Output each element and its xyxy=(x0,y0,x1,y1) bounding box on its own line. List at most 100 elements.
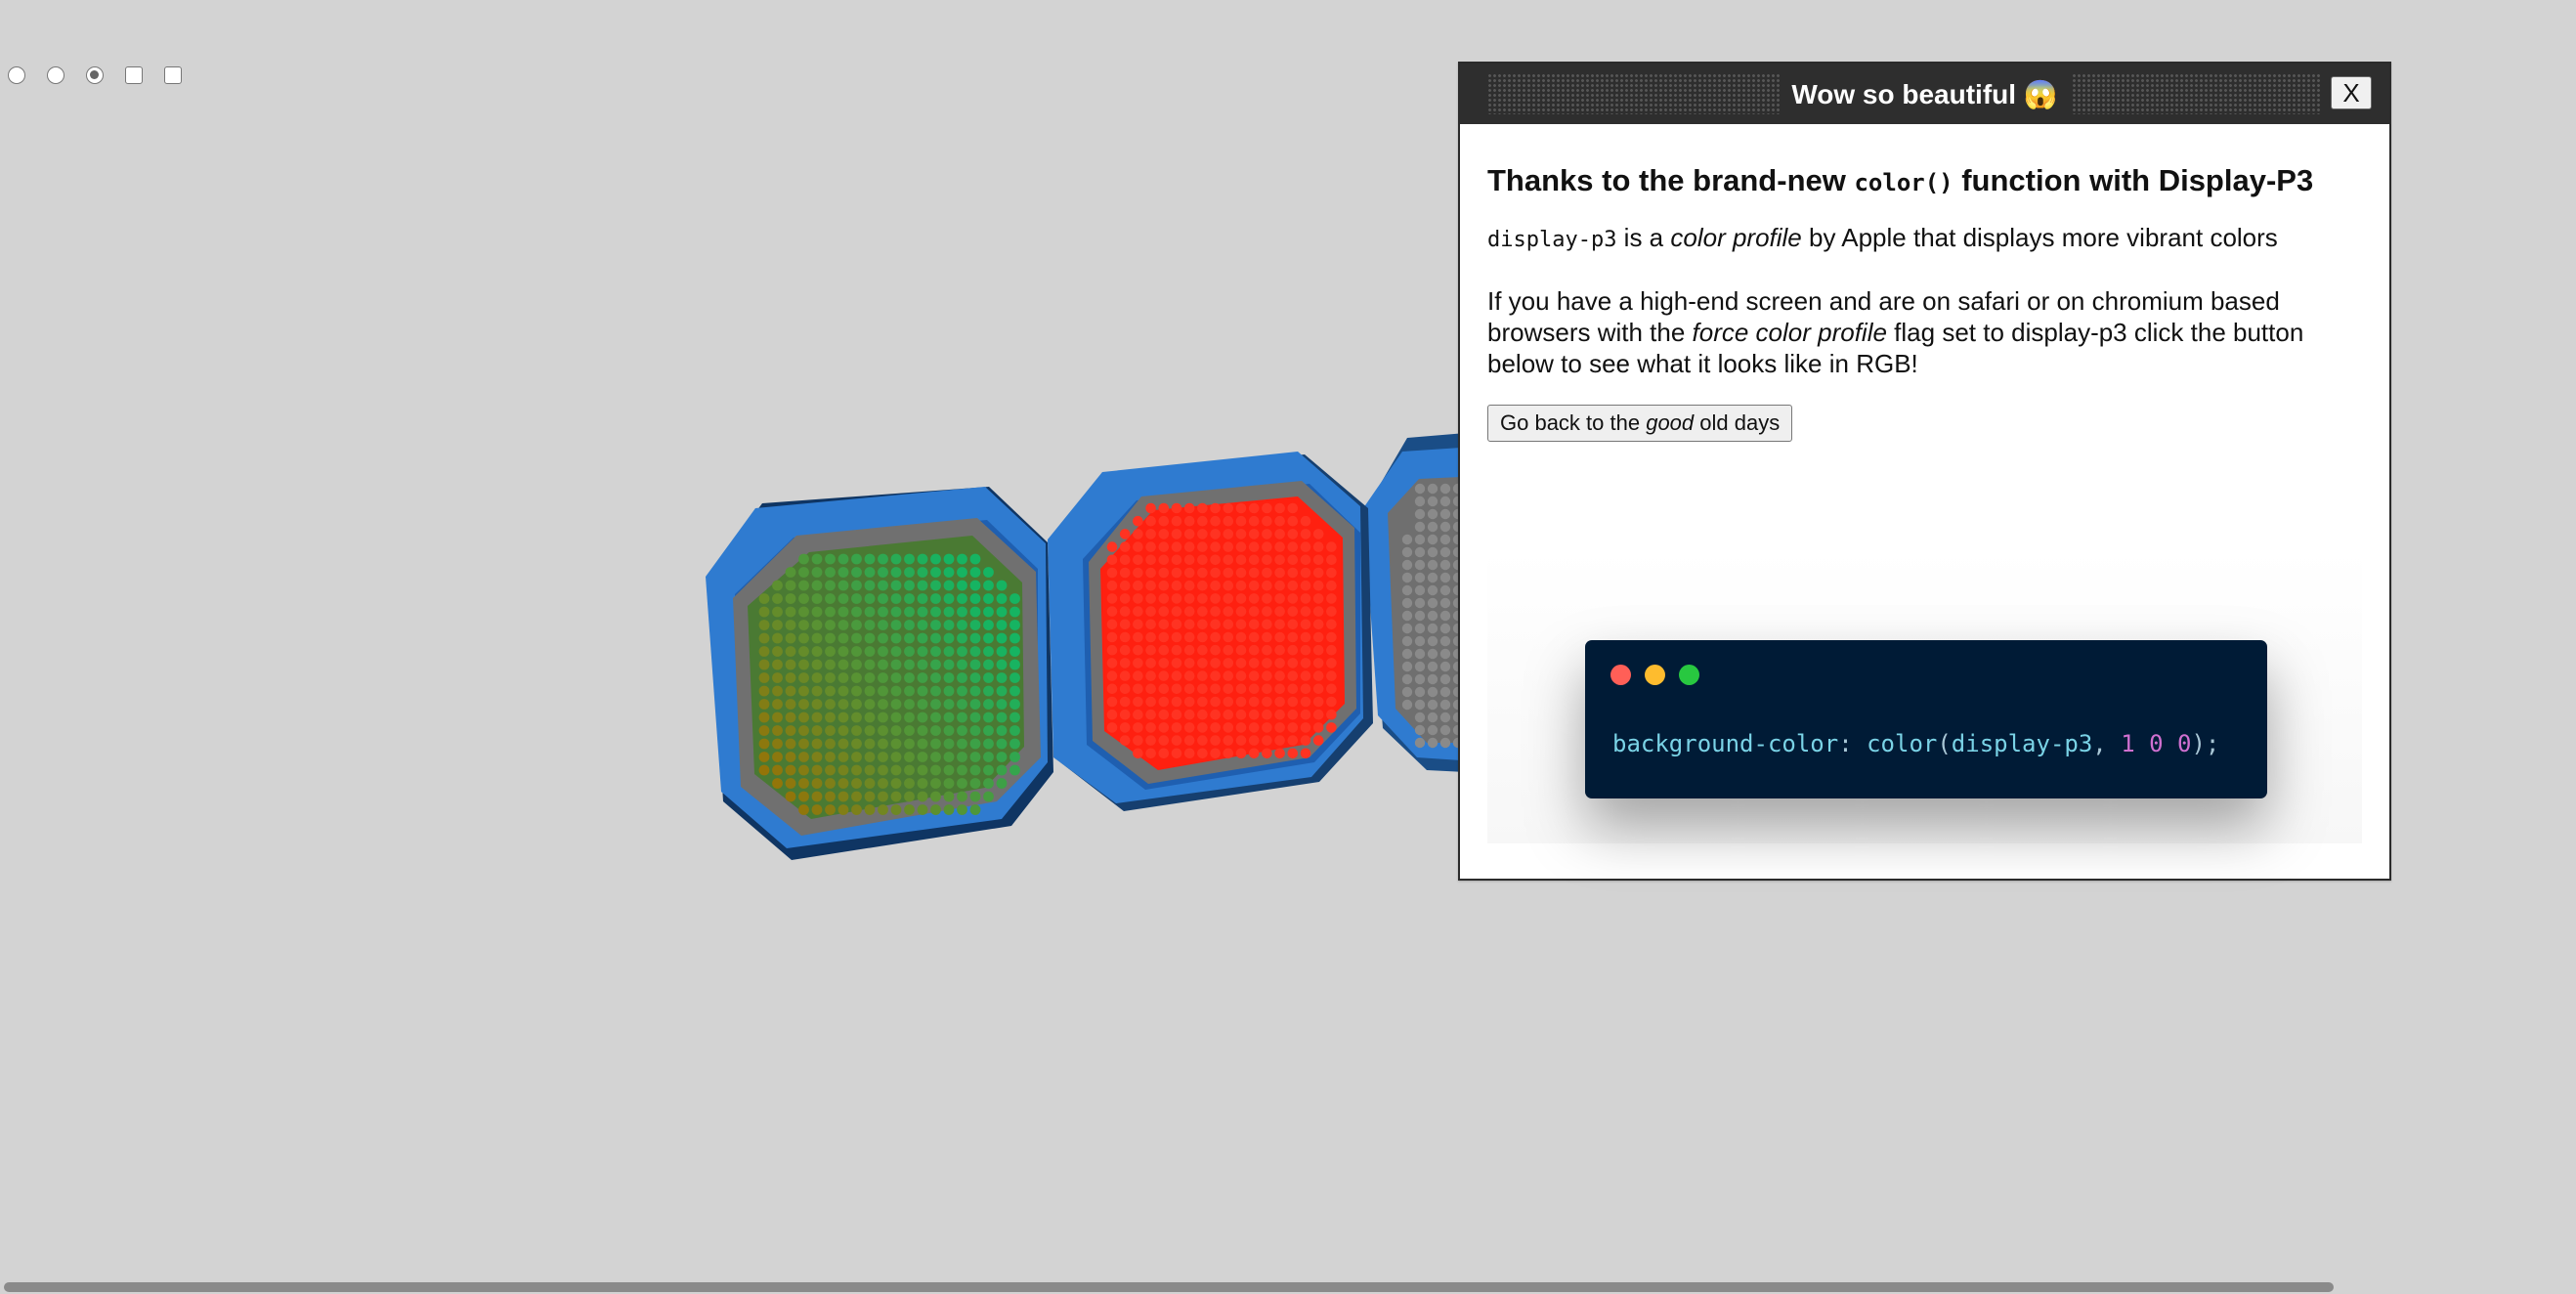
led-dot xyxy=(1158,683,1170,695)
led-dot xyxy=(1183,670,1195,681)
led-dot xyxy=(1414,584,1426,596)
led-dot xyxy=(1009,646,1020,657)
led-dot xyxy=(825,752,836,762)
led-dot xyxy=(1439,521,1451,533)
titlebar-grip-right xyxy=(2072,73,2320,114)
led-dot xyxy=(758,712,770,723)
led-dot xyxy=(851,553,862,565)
led-dot xyxy=(1183,696,1195,708)
led-dot xyxy=(1119,606,1131,617)
led-dot xyxy=(1274,644,1285,656)
led-dot xyxy=(1262,541,1272,552)
led-dot xyxy=(1414,699,1426,711)
led-dot xyxy=(917,738,928,750)
led-dot xyxy=(825,778,836,789)
led-dot xyxy=(772,672,783,683)
led-dot xyxy=(1210,644,1221,656)
led-dot xyxy=(890,778,902,789)
led-dot xyxy=(1145,631,1156,643)
horizontal-scrollbar[interactable] xyxy=(0,1280,2576,1294)
led-dot xyxy=(904,699,915,710)
led-dot xyxy=(785,672,796,683)
led-dot xyxy=(1133,631,1143,643)
led-dot xyxy=(996,593,1008,604)
led-dot xyxy=(1274,696,1285,708)
led-dot xyxy=(1133,696,1143,708)
led-dot xyxy=(969,791,981,802)
led-dot xyxy=(930,632,941,644)
led-dot xyxy=(917,804,928,815)
led-dot xyxy=(825,580,836,591)
led-dot xyxy=(1427,597,1438,609)
led-dot xyxy=(864,620,876,630)
led-dot xyxy=(1197,593,1208,604)
led-dot xyxy=(1183,735,1195,746)
led-dot xyxy=(1235,619,1247,630)
led-dot xyxy=(943,712,955,723)
led-dot xyxy=(1287,670,1299,681)
close-button[interactable]: X xyxy=(2331,76,2372,109)
led-dot xyxy=(1414,496,1426,507)
led-dot xyxy=(969,646,981,657)
led-dot xyxy=(798,553,809,565)
led-dot xyxy=(772,593,783,604)
led-dot xyxy=(1106,593,1118,604)
led-dot xyxy=(1235,529,1247,539)
led-dot xyxy=(1274,502,1285,514)
led-dot xyxy=(825,685,836,697)
led-dot xyxy=(1106,683,1118,695)
led-dot xyxy=(1287,683,1299,695)
led-dot xyxy=(1145,541,1156,552)
led-dot xyxy=(798,567,809,578)
led-dot xyxy=(798,672,809,683)
code-function: color xyxy=(1867,730,1938,757)
code-paren-close: ); xyxy=(2191,730,2220,757)
led-dot xyxy=(1235,606,1247,617)
led-dot xyxy=(1223,709,1234,720)
led-dot xyxy=(930,580,941,591)
led-dot xyxy=(811,659,823,670)
led-dot xyxy=(811,672,823,683)
led-dot xyxy=(904,567,915,578)
led-dot xyxy=(837,699,849,710)
led-dot xyxy=(811,725,823,736)
led-dot xyxy=(969,580,981,591)
scrollbar-thumb[interactable] xyxy=(4,1282,2334,1292)
led-dot xyxy=(1106,567,1118,579)
led-dot xyxy=(1009,672,1020,683)
led-dot xyxy=(864,699,876,710)
led-dot xyxy=(878,764,888,776)
led-dot xyxy=(1133,541,1143,552)
led-dot xyxy=(1427,623,1438,634)
led-dot xyxy=(1009,685,1020,697)
led-dot xyxy=(1248,567,1260,579)
led-dot xyxy=(1197,696,1208,708)
led-dot xyxy=(943,646,955,657)
led-dot xyxy=(943,580,955,591)
led-dot xyxy=(1262,580,1272,591)
led-dot xyxy=(1197,515,1208,527)
led-dot xyxy=(878,553,888,565)
led-dot xyxy=(1248,748,1260,759)
led-dot xyxy=(851,712,862,723)
led-dot xyxy=(837,672,849,683)
led-dot xyxy=(772,606,783,618)
led-dot xyxy=(1439,673,1451,685)
led-dot xyxy=(1183,606,1195,617)
titlebar-grip-left xyxy=(1487,73,1781,114)
led-dot xyxy=(1262,619,1272,630)
led-dot xyxy=(1401,623,1413,634)
led-dot xyxy=(878,632,888,644)
para1-text-b: by Apple that displays more vibrant colo… xyxy=(1801,223,2278,252)
led-dot xyxy=(1300,515,1311,527)
rgb-toggle-button[interactable]: Go back to the good old days xyxy=(1487,405,1793,442)
dialog-titlebar[interactable]: Wow so beautiful 😱 X xyxy=(1460,64,2389,124)
led-dot xyxy=(1158,735,1170,746)
led-dot xyxy=(1210,619,1221,630)
led-dot xyxy=(904,791,915,802)
led-dot xyxy=(904,659,915,670)
led-dot xyxy=(983,567,994,578)
led-dot xyxy=(957,712,967,723)
code-snippet: background-color: color(display-p3, 1 0 … xyxy=(1612,728,2238,759)
led-dot xyxy=(957,593,967,604)
